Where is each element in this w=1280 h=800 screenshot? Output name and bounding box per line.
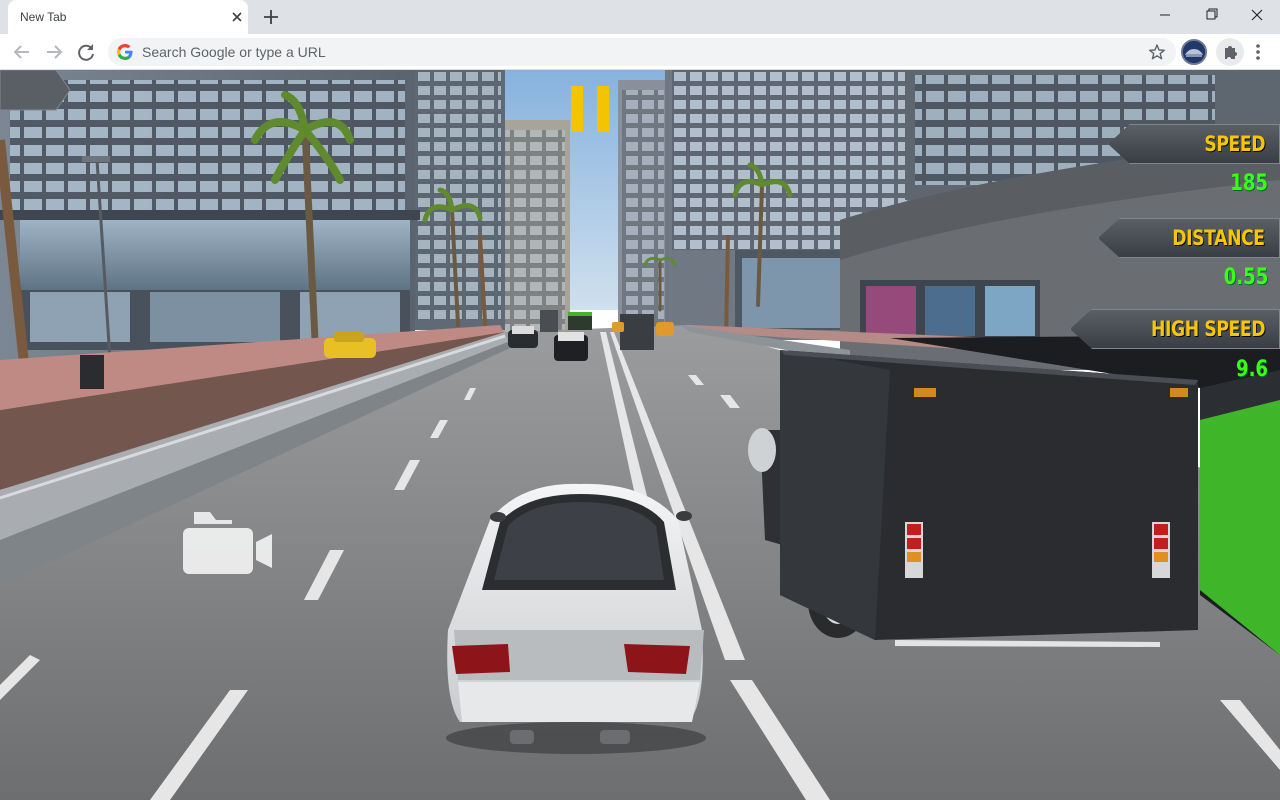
high-speed-label: HIGH SPEED — [1150, 317, 1266, 341]
pause-icon[interactable] — [570, 86, 610, 132]
omnibox-input[interactable] — [142, 43, 1122, 61]
camera-icon[interactable] — [180, 506, 274, 578]
high-speed-label-panel: HIGH SPEED — [1070, 309, 1280, 349]
tab-title: New Tab — [20, 10, 67, 24]
pause-bar-right — [597, 86, 609, 132]
tab-new-tab[interactable]: New Tab — [8, 0, 248, 34]
reload-icon[interactable] — [72, 38, 100, 66]
tab-strip: New Tab — [0, 0, 1280, 34]
google-icon — [117, 44, 133, 60]
back-arrow-icon[interactable] — [8, 38, 36, 66]
window-close-icon[interactable] — [1234, 0, 1280, 30]
speed-label: SPEED — [1204, 132, 1265, 156]
truck — [748, 350, 1198, 647]
back-arrow-icon[interactable] — [0, 70, 72, 112]
browser-toolbar — [0, 34, 1280, 70]
game-scene — [0, 70, 1280, 800]
puzzle-icon[interactable] — [1216, 38, 1244, 66]
star-icon[interactable] — [1148, 43, 1166, 61]
distance-value: 0.55 — [1223, 265, 1268, 290]
distance-label: DISTANCE — [1172, 226, 1266, 250]
minimize-icon[interactable] — [1142, 0, 1188, 30]
kebab-menu-icon[interactable] — [1250, 40, 1266, 64]
maximize-icon[interactable] — [1188, 0, 1234, 30]
high-speed-value: 9.6 — [1236, 357, 1268, 382]
avatar-car-image — [1183, 41, 1205, 63]
forward-arrow-icon[interactable] — [40, 38, 68, 66]
speed-value: 185 — [1230, 171, 1268, 196]
close-icon[interactable] — [228, 8, 246, 26]
profile-avatar[interactable] — [1181, 39, 1207, 65]
speed-label-panel: SPEED — [1108, 124, 1280, 164]
plus-icon[interactable] — [260, 6, 282, 28]
distance-label-panel: DISTANCE — [1098, 218, 1280, 258]
omnibox[interactable] — [108, 38, 1176, 66]
game-viewport[interactable]: SPEED 185 DISTANCE 0.55 HIGH SPEED 9.6 — [0, 70, 1280, 800]
pause-bar-left — [571, 86, 583, 132]
